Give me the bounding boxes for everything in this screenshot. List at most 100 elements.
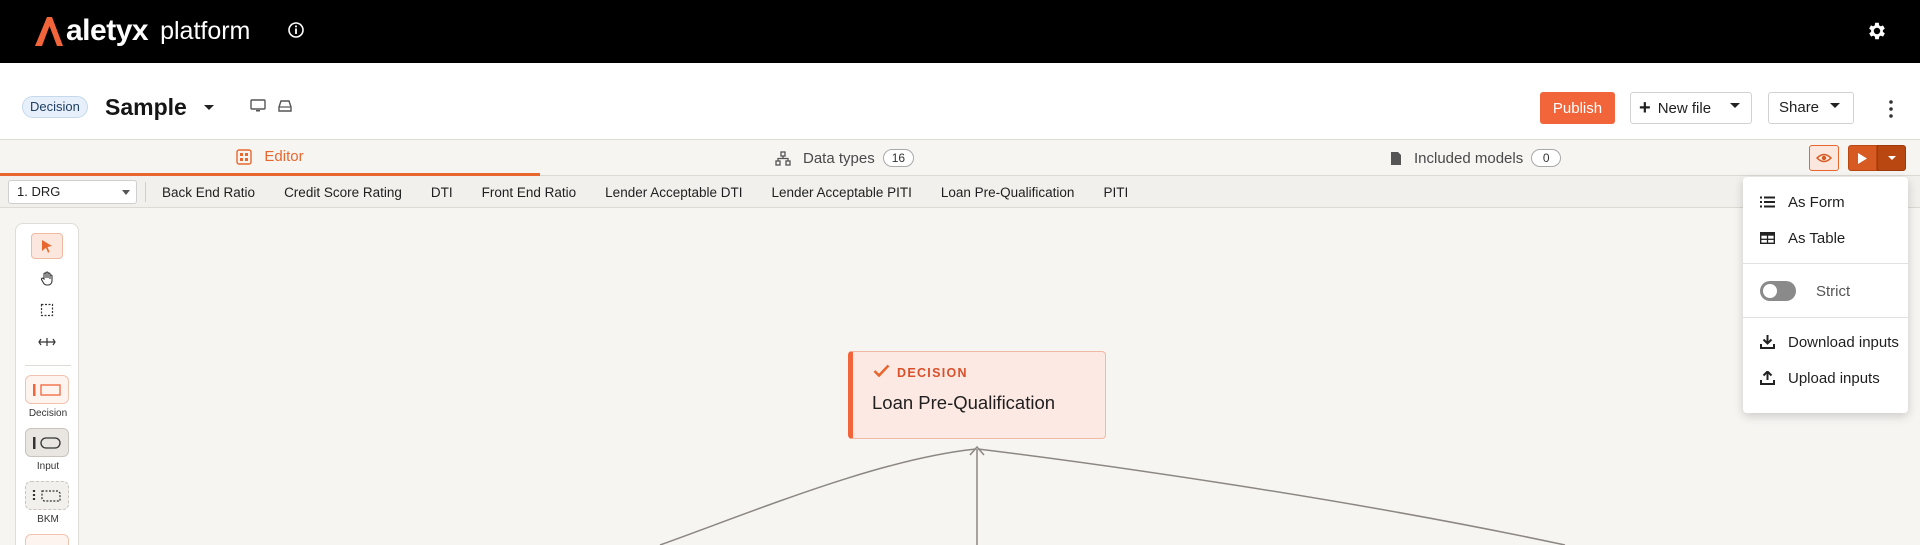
- menu-divider: [1743, 317, 1908, 318]
- menu-item-as-form[interactable]: As Form: [1743, 185, 1908, 219]
- list-icon: [1760, 196, 1775, 208]
- data-types-count: 16: [882, 149, 915, 167]
- pan-tool[interactable]: [31, 265, 63, 291]
- check-icon: [873, 364, 890, 377]
- marquee-icon: [40, 303, 54, 317]
- menu-divider: [1743, 263, 1908, 264]
- connector-tool[interactable]: [31, 329, 63, 355]
- eye-icon: [1816, 153, 1832, 163]
- preview-button[interactable]: [1809, 145, 1839, 171]
- palette-input-label: Input: [36, 461, 60, 472]
- menu-item-upload-inputs-label: Upload inputs: [1788, 369, 1880, 387]
- data-types-icon: [775, 150, 791, 166]
- palette-input-node[interactable]: [25, 428, 69, 457]
- logo-mark-icon: [35, 17, 63, 46]
- tab-data-types[interactable]: Data types 16: [775, 140, 915, 176]
- product-name: platform: [160, 16, 251, 45]
- run-options-menu: As Form As Table Strict Download inputs …: [1743, 177, 1908, 413]
- tab-data-types-label: Data types: [803, 149, 875, 167]
- bkm-shape-icon: [32, 489, 61, 502]
- node-link-back-end-ratio[interactable]: Back End Ratio: [162, 185, 255, 200]
- new-file-label: New file: [1657, 99, 1712, 117]
- editor-tabs: Editor Data types 16 Included models 0: [0, 140, 1920, 176]
- file-icon: [1391, 151, 1401, 165]
- palette-more-node[interactable]: [25, 534, 69, 545]
- chevron-down-icon: [122, 190, 130, 195]
- tab-editor-label: Editor: [264, 148, 304, 165]
- play-icon: [1858, 152, 1867, 164]
- settings-button[interactable]: [1866, 20, 1888, 42]
- select-tool[interactable]: [31, 233, 63, 259]
- model-header: Decision Sample Publish + New file Share: [0, 63, 1920, 140]
- table-icon: [1760, 232, 1775, 244]
- drg-select[interactable]: 1. DRG: [8, 180, 137, 204]
- node-navigation-bar: 1. DRG Back End Ratio Credit Score Ratin…: [0, 176, 1920, 208]
- chevron-down-icon: [1830, 103, 1840, 108]
- menu-item-as-form-label: As Form: [1788, 193, 1845, 211]
- chevron-down-icon: [1887, 156, 1896, 160]
- share-label: Share: [1779, 99, 1820, 116]
- download-icon: [1760, 335, 1775, 349]
- kebab-icon[interactable]: [1886, 99, 1896, 119]
- menu-item-strict[interactable]: Strict: [1743, 274, 1908, 308]
- tab-included-models[interactable]: Included models 0: [1390, 140, 1562, 176]
- node-link-credit-score-rating[interactable]: Credit Score Rating: [284, 185, 402, 200]
- drive-icon[interactable]: [278, 100, 292, 112]
- model-type-badge: Decision: [22, 96, 88, 118]
- connector-icon: [38, 338, 56, 346]
- gear-icon: [1869, 22, 1885, 40]
- node-type-label: DECISION: [897, 366, 968, 380]
- node-palette: Decision Input BKM: [15, 223, 79, 545]
- model-name[interactable]: Sample: [105, 94, 187, 121]
- palette-decision-label: Decision: [28, 408, 68, 419]
- node-link-loan-pre-qualification[interactable]: Loan Pre-Qualification: [941, 185, 1075, 200]
- upload-icon: [1760, 371, 1775, 385]
- palette-decision-node[interactable]: [25, 375, 69, 404]
- decision-shape-icon: [33, 383, 61, 396]
- node-link-dti[interactable]: DTI: [431, 185, 453, 200]
- app-logo[interactable]: aletyx platform: [34, 14, 250, 48]
- run-options-toggle[interactable]: [1877, 145, 1906, 171]
- strict-toggle[interactable]: [1760, 281, 1796, 301]
- menu-item-as-table-label: As Table: [1788, 229, 1846, 247]
- tab-editor[interactable]: Editor: [0, 140, 540, 176]
- decision-node-loan-pre-qualification[interactable]: DECISION Loan Pre-Qualification: [848, 351, 1106, 439]
- edge-left: [659, 448, 977, 545]
- node-link-piti[interactable]: PITI: [1103, 185, 1128, 200]
- run-button[interactable]: [1848, 145, 1877, 171]
- node-link-lender-acceptable-piti[interactable]: Lender Acceptable PITI: [772, 185, 912, 200]
- drg-select-value: 1. DRG: [17, 184, 61, 199]
- strict-label: Strict: [1816, 282, 1851, 300]
- share-button[interactable]: Share: [1768, 92, 1854, 124]
- diagram-canvas[interactable]: Decision Input BKM DECISION Loan Pre-Qua…: [0, 209, 1920, 545]
- chevron-down-icon: [1730, 103, 1740, 108]
- publish-button[interactable]: Publish: [1540, 92, 1615, 124]
- menu-item-as-table[interactable]: As Table: [1743, 221, 1908, 255]
- brand-name: aletyx: [66, 14, 149, 47]
- menu-item-download-inputs[interactable]: Download inputs: [1743, 325, 1908, 359]
- info-button[interactable]: [287, 21, 305, 39]
- plus-icon: +: [1639, 97, 1651, 119]
- node-link-lender-acceptable-dti[interactable]: Lender Acceptable DTI: [605, 185, 742, 200]
- pointer-icon: [42, 240, 52, 253]
- tab-included-models-label: Included models: [1414, 149, 1524, 167]
- top-bar: aletyx platform: [0, 0, 1920, 63]
- input-shape-icon: [33, 436, 61, 449]
- divider: [145, 182, 146, 202]
- node-links: Back End Ratio Credit Score Rating DTI F…: [162, 176, 1157, 208]
- menu-item-upload-inputs[interactable]: Upload inputs: [1743, 361, 1908, 395]
- chevron-down-icon[interactable]: [203, 104, 215, 112]
- marquee-tool[interactable]: [31, 297, 63, 323]
- menu-item-download-inputs-label: Download inputs: [1788, 333, 1899, 351]
- new-file-button[interactable]: + New file: [1630, 92, 1752, 124]
- included-models-count: 0: [1531, 149, 1562, 167]
- hand-icon: [40, 270, 53, 286]
- monitor-icon[interactable]: [250, 99, 266, 113]
- palette-bkm-node[interactable]: [25, 481, 69, 510]
- node-link-front-end-ratio[interactable]: Front End Ratio: [482, 185, 577, 200]
- node-name: Loan Pre-Qualification: [872, 392, 1056, 413]
- edge-right: [977, 448, 1566, 545]
- palette-divider: [25, 365, 71, 366]
- editor-icon: [236, 148, 253, 165]
- palette-bkm-label: BKM: [37, 514, 59, 525]
